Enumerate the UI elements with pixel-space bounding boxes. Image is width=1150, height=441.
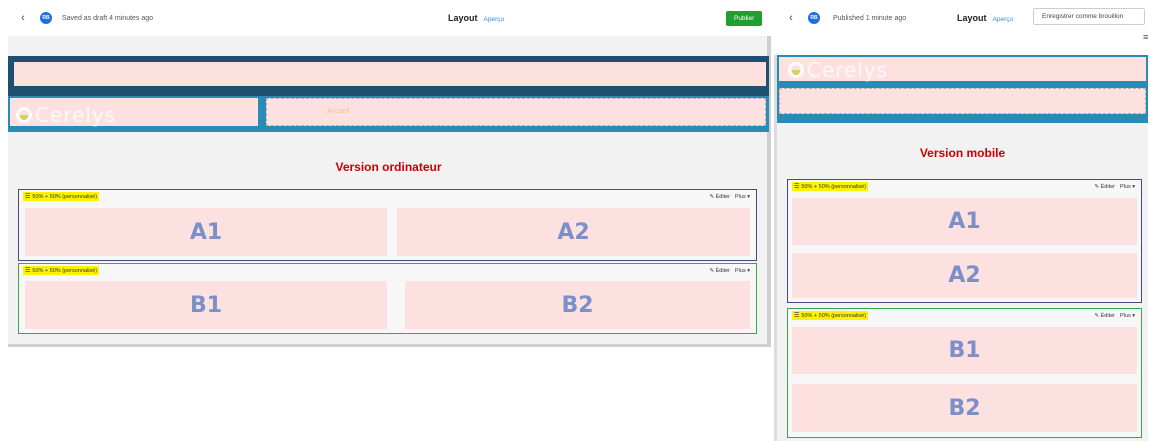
- logo-icon: [788, 62, 804, 78]
- edit-button[interactable]: ✎ Éditer: [709, 194, 730, 200]
- page-title: Layout: [957, 13, 987, 23]
- caret-down-icon: ▾: [1132, 183, 1135, 190]
- layout-tag-label: 50% + 50% (personnalisé): [801, 312, 867, 319]
- save-status: Saved as draft 4 minutes ago: [62, 15, 154, 22]
- cell-b1[interactable]: B1: [25, 281, 387, 329]
- desktop-version-title: Version ordinateur: [335, 160, 442, 174]
- pencil-icon: ✎: [709, 193, 715, 200]
- layout-tag-label: 50% + 50% (personnalisé): [801, 183, 867, 190]
- block-toolbar: ☰ 50% + 50% (personnalisé) ✎ Éditer Plus…: [788, 180, 1141, 193]
- more-label: Plus: [735, 193, 746, 200]
- row-block-b[interactable]: ☰ 50% + 50% (personnalisé) ✎ Éditer Plus…: [18, 263, 757, 334]
- header-top-strip: [14, 62, 766, 86]
- mobile-row-block-b[interactable]: ☰ 50% + 50% (personnalisé) ✎ Éditer Plus…: [787, 308, 1142, 438]
- block-toolbar: ☰ 50% + 50% (personnalisé) ✎ Éditer Plus…: [19, 264, 756, 277]
- more-label: Plus: [1120, 183, 1131, 190]
- layout-title-group: Layout Aperçu: [448, 13, 504, 23]
- block-actions: ✎ Éditer Plus ▾: [709, 268, 750, 274]
- hamburger-icon: ☰: [25, 194, 31, 200]
- cell-a1[interactable]: A1: [25, 208, 387, 256]
- horizontal-scrollbar[interactable]: [8, 344, 771, 347]
- block-toolbar: ☰ 50% + 50% (personnalisé) ✎ Éditer Plus…: [19, 190, 756, 203]
- layout-tag[interactable]: ☰ 50% + 50% (personnalisé): [792, 311, 869, 320]
- edit-label: Éditer: [1100, 183, 1115, 190]
- hamburger-icon: ☰: [794, 184, 800, 190]
- pencil-icon: ✎: [1094, 183, 1100, 190]
- cell-b1[interactable]: B1: [792, 327, 1137, 374]
- mobile-version-title: Version mobile: [919, 146, 1006, 160]
- edit-button[interactable]: ✎ Éditer: [709, 268, 730, 274]
- edit-label: Éditer: [1100, 312, 1115, 319]
- row-block-a[interactable]: ☰ 50% + 50% (personnalisé) ✎ Éditer Plus…: [18, 189, 757, 261]
- layout-tag-label: 50% + 50% (personnalisé): [32, 193, 98, 200]
- publish-button[interactable]: Publier: [726, 11, 763, 26]
- more-label: Plus: [1120, 312, 1131, 319]
- layout-title-group: Layout Aperçu: [957, 13, 1013, 23]
- mobile-row-block-a[interactable]: ☰ 50% + 50% (personnalisé) ✎ Éditer Plus…: [787, 179, 1142, 303]
- desktop-topbar: ‹ RB Saved as draft 4 minutes ago Layout…: [0, 0, 771, 36]
- avatar[interactable]: RB: [808, 12, 820, 24]
- more-label: Plus: [735, 267, 746, 274]
- layout-tag[interactable]: ☰ 50% + 50% (personnalisé): [792, 182, 869, 191]
- more-button[interactable]: Plus ▾: [1120, 184, 1135, 190]
- more-button[interactable]: Plus ▾: [735, 268, 750, 274]
- preview-link[interactable]: Aperçu: [484, 16, 505, 23]
- cell-a2[interactable]: A2: [397, 208, 750, 256]
- chevron-left-icon[interactable]: ‹: [16, 11, 30, 25]
- pencil-icon: ✎: [1094, 312, 1100, 319]
- cell-a2[interactable]: A2: [792, 253, 1137, 298]
- caret-down-icon: ▾: [747, 193, 750, 200]
- hamburger-icon: ☰: [25, 268, 31, 274]
- layout-tag[interactable]: ☰ 50% + 50% (personnalisé): [23, 192, 100, 201]
- block-actions: ✎ Éditer Plus ▾: [1094, 184, 1135, 190]
- caret-down-icon: ▾: [747, 267, 750, 274]
- cerelys-logo[interactable]: Cerelys: [788, 58, 888, 82]
- avatar[interactable]: RB: [40, 12, 52, 24]
- caret-down-icon: ▾: [1132, 312, 1135, 319]
- more-button[interactable]: Plus ▾: [735, 194, 750, 200]
- layout-tag[interactable]: ☰ 50% + 50% (personnalisé): [23, 266, 100, 275]
- logo-text: Cerelys: [35, 103, 117, 127]
- block-actions: ✎ Éditer Plus ▾: [1094, 313, 1135, 319]
- save-draft-button[interactable]: Enregistrer comme brouillon: [1033, 8, 1145, 25]
- cell-b2[interactable]: B2: [792, 384, 1137, 432]
- cell-b2[interactable]: B2: [405, 281, 750, 329]
- page-title: Layout: [448, 13, 478, 23]
- block-toolbar: ☰ 50% + 50% (personnalisé) ✎ Éditer Plus…: [788, 309, 1141, 322]
- nav-item-accueil[interactable]: Accueil: [327, 108, 350, 115]
- cerelys-logo[interactable]: Cerelys: [16, 103, 116, 127]
- preview-link[interactable]: Aperçu: [993, 16, 1014, 23]
- edit-label: Éditer: [715, 267, 730, 274]
- edit-button[interactable]: ✎ Éditer: [1094, 184, 1115, 190]
- cell-a1[interactable]: A1: [792, 198, 1137, 245]
- publish-status: Published 1 minute ago: [833, 15, 907, 22]
- chevron-left-icon[interactable]: ‹: [784, 11, 798, 25]
- pencil-icon: ✎: [709, 267, 715, 274]
- more-button[interactable]: Plus ▾: [1120, 313, 1135, 319]
- hamburger-icon[interactable]: ≡: [1143, 32, 1148, 42]
- logo-text: Cerelys: [807, 58, 889, 82]
- mobile-nav-area: [779, 88, 1146, 114]
- block-actions: ✎ Éditer Plus ▾: [709, 194, 750, 200]
- hamburger-icon: ☰: [794, 313, 800, 319]
- mobile-topbar: ‹ RB Published 1 minute ago Layout Aperç…: [777, 0, 1150, 36]
- logo-icon: [16, 107, 32, 123]
- edit-button[interactable]: ✎ Éditer: [1094, 313, 1115, 319]
- layout-tag-label: 50% + 50% (personnalisé): [32, 267, 98, 274]
- edit-label: Éditer: [715, 193, 730, 200]
